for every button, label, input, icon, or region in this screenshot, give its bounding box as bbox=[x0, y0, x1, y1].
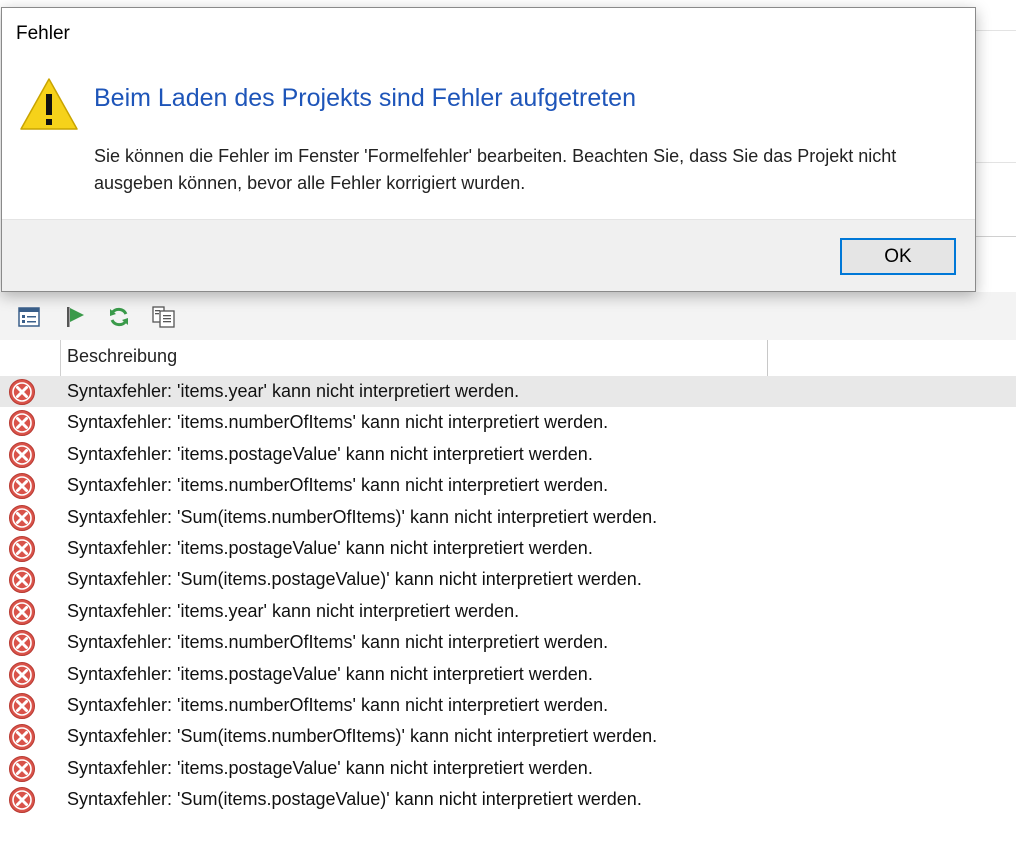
error-row[interactable]: Syntaxfehler: 'items.numberOfItems' kann… bbox=[0, 470, 1016, 501]
error-description: Syntaxfehler: 'Sum(items.numberOfItems)'… bbox=[67, 726, 658, 747]
error-icon bbox=[9, 630, 35, 657]
error-description: Syntaxfehler: 'items.postageValue' kann … bbox=[67, 537, 593, 558]
column-header-empty[interactable] bbox=[768, 340, 1016, 376]
error-icon bbox=[9, 535, 35, 562]
error-icon bbox=[9, 598, 35, 625]
error-description: Syntaxfehler: 'items.numberOfItems' kann… bbox=[67, 412, 609, 433]
error-icon bbox=[9, 504, 35, 531]
error-row[interactable]: Syntaxfehler: 'items.postageValue' kann … bbox=[0, 753, 1016, 784]
error-description: Syntaxfehler: 'items.numberOfItems' kann… bbox=[67, 694, 609, 715]
error-icon bbox=[9, 755, 35, 782]
error-icon bbox=[9, 567, 35, 594]
error-description: Syntaxfehler: 'Sum(items.numberOfItems)'… bbox=[67, 506, 658, 527]
error-row[interactable]: Syntaxfehler: 'items.postageValue' kann … bbox=[0, 533, 1016, 564]
error-row[interactable]: Syntaxfehler: 'items.year' kann nicht in… bbox=[0, 596, 1016, 627]
column-header-description[interactable]: Beschreibung bbox=[60, 340, 768, 376]
error-row[interactable]: Syntaxfehler: 'items.postageValue' kann … bbox=[0, 659, 1016, 690]
error-row[interactable]: Syntaxfehler: 'items.numberOfItems' kann… bbox=[0, 690, 1016, 721]
error-row[interactable]: Syntaxfehler: 'Sum(items.postageValue)' … bbox=[0, 564, 1016, 595]
error-icon bbox=[9, 379, 35, 405]
refresh-icon[interactable] bbox=[106, 304, 132, 330]
copy-list-icon[interactable] bbox=[151, 304, 177, 330]
error-description: Syntaxfehler: 'items.year' kann nicht in… bbox=[67, 381, 520, 401]
error-row[interactable]: Syntaxfehler: 'items.year' kann nicht in… bbox=[0, 376, 1016, 408]
error-dialog: Fehler Beim Laden des Projekts sind Fehl… bbox=[1, 7, 976, 292]
error-description: Syntaxfehler: 'items.postageValue' kann … bbox=[67, 757, 593, 778]
formula-errors-panel: Beschreibung Syntaxfehler: 'items.year' … bbox=[0, 292, 1016, 859]
list-header: Beschreibung bbox=[0, 340, 1016, 376]
error-row[interactable]: Syntaxfehler: 'Sum(items.numberOfItems)'… bbox=[0, 502, 1016, 533]
error-row[interactable]: Syntaxfehler: 'items.numberOfItems' kann… bbox=[0, 627, 1016, 658]
error-row[interactable]: Syntaxfehler: 'items.postageValue' kann … bbox=[0, 439, 1016, 470]
error-description: Syntaxfehler: 'items.postageValue' kann … bbox=[67, 443, 593, 464]
error-icon bbox=[9, 787, 35, 814]
background-divider bbox=[976, 30, 1016, 31]
error-icon bbox=[9, 410, 35, 437]
errors-toolbar bbox=[0, 292, 1016, 340]
dialog-heading: Beim Laden des Projekts sind Fehler aufg… bbox=[94, 84, 636, 112]
background-divider bbox=[976, 162, 1016, 163]
error-icon bbox=[9, 661, 35, 688]
dialog-title: Fehler bbox=[16, 23, 70, 44]
error-list: Syntaxfehler: 'items.year' kann nicht in… bbox=[0, 376, 1016, 815]
error-description: Syntaxfehler: 'items.numberOfItems' kann… bbox=[67, 632, 609, 653]
error-row[interactable]: Syntaxfehler: 'Sum(items.numberOfItems)'… bbox=[0, 721, 1016, 752]
error-row[interactable]: Syntaxfehler: 'items.numberOfItems' kann… bbox=[0, 407, 1016, 438]
dialog-message: Sie können die Fehler im Fenster 'Formel… bbox=[94, 146, 897, 193]
error-description: Syntaxfehler: 'items.numberOfItems' kann… bbox=[67, 475, 609, 496]
error-icon bbox=[9, 441, 35, 468]
error-description: Syntaxfehler: 'items.postageValue' kann … bbox=[67, 663, 593, 684]
ok-button[interactable]: OK bbox=[840, 238, 956, 275]
background-divider bbox=[976, 236, 1016, 237]
error-icon bbox=[9, 724, 35, 751]
details-view-icon[interactable] bbox=[16, 304, 42, 330]
run-flag-icon[interactable] bbox=[62, 304, 88, 330]
error-description: Syntaxfehler: 'items.year' kann nicht in… bbox=[67, 600, 520, 621]
error-description: Syntaxfehler: 'Sum(items.postageValue)' … bbox=[67, 569, 642, 590]
error-row[interactable]: Syntaxfehler: 'Sum(items.postageValue)' … bbox=[0, 784, 1016, 815]
error-description: Syntaxfehler: 'Sum(items.postageValue)' … bbox=[67, 789, 642, 810]
dialog-footer: OK bbox=[2, 219, 975, 291]
column-header-label: Beschreibung bbox=[67, 346, 178, 366]
error-icon bbox=[9, 473, 35, 500]
warning-icon bbox=[20, 78, 78, 130]
error-icon bbox=[9, 692, 35, 719]
